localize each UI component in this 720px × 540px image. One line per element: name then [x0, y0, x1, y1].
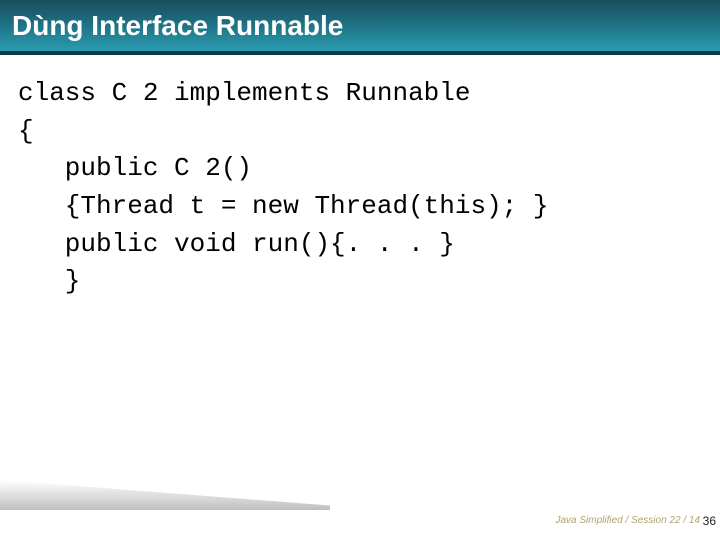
code-line-3: public C 2() — [18, 153, 252, 183]
footer-credit: Java Simplified / Session 22 / 14 — [555, 515, 700, 526]
decorative-shadow — [0, 480, 330, 510]
code-line-1: class C 2 implements Runnable — [18, 78, 470, 108]
code-line-5: public void run(){. . . } — [18, 229, 455, 259]
code-line-2: { — [18, 116, 34, 146]
slide-title: Dùng Interface Runnable — [12, 10, 343, 42]
slide-title-bar: Dùng Interface Runnable — [0, 0, 720, 55]
page-number: 36 — [703, 514, 716, 528]
code-line-6: } — [18, 266, 80, 296]
code-line-4: {Thread t = new Thread(this); } — [18, 191, 549, 221]
code-block: class C 2 implements Runnable { public C… — [0, 55, 720, 301]
